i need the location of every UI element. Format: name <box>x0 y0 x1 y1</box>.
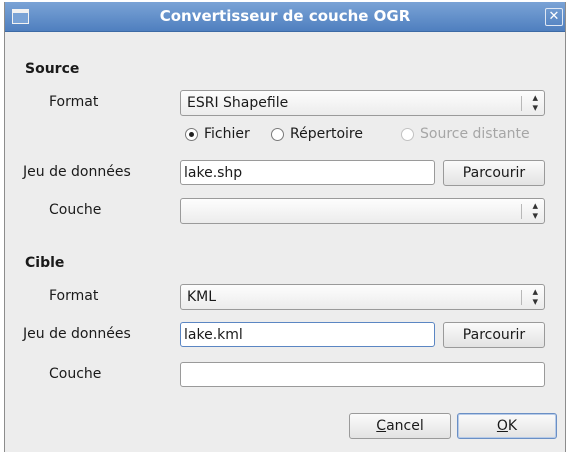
target-format-combo[interactable]: KML ▴ ▾ <box>180 284 545 310</box>
cancel-button-label: Cancel <box>376 418 424 434</box>
radio-directory[interactable]: Répertoire <box>271 126 363 142</box>
source-format-combo[interactable]: ESRI Shapefile ▴ ▾ <box>180 90 545 116</box>
source-dataset-label: Jeu de données <box>23 164 131 180</box>
target-layer-label: Couche <box>49 366 102 382</box>
source-layer-combo[interactable]: ▴ ▾ <box>180 198 545 224</box>
source-dataset-field[interactable] <box>180 160 435 185</box>
radio-file[interactable]: Fichier <box>185 126 250 142</box>
close-icon[interactable]: ✕ <box>545 8 563 26</box>
target-layer-input[interactable] <box>181 363 544 386</box>
target-layer-field[interactable] <box>180 362 545 387</box>
source-layer-label: Couche <box>49 202 102 218</box>
source-format-label: Format <box>49 94 99 110</box>
target-dataset-label: Jeu de données <box>23 326 131 342</box>
target-format-label: Format <box>49 288 99 304</box>
target-section-title: Cible <box>25 255 65 271</box>
source-format-value: ESRI Shapefile <box>187 95 289 111</box>
source-dataset-input[interactable] <box>181 161 434 184</box>
combo-separator <box>521 204 522 219</box>
combo-arrows-icon: ▴ ▾ <box>532 199 538 222</box>
converter-dialog: Convertisseur de couche OGR ✕ Source For… <box>4 2 566 452</box>
radio-file-label: Fichier <box>204 126 250 142</box>
radio-checked-icon <box>185 127 198 141</box>
title-bar[interactable]: Convertisseur de couche OGR ✕ <box>5 2 565 32</box>
target-browse-button[interactable]: Parcourir <box>443 322 545 348</box>
combo-arrows-icon: ▴ ▾ <box>532 91 538 114</box>
target-format-value: KML <box>187 289 217 305</box>
target-dataset-field[interactable] <box>180 322 435 347</box>
radio-remote-source-label: Source distante <box>420 126 530 142</box>
combo-arrows-icon: ▴ ▾ <box>532 285 538 308</box>
cancel-button[interactable]: Cancel <box>349 413 451 439</box>
radio-unchecked-icon <box>271 127 284 141</box>
ok-button[interactable]: OK <box>457 413 557 439</box>
combo-separator <box>521 96 522 111</box>
radio-remote-source: Source distante <box>401 126 530 142</box>
source-section-title: Source <box>25 61 80 77</box>
ok-button-label: OK <box>496 418 518 434</box>
combo-separator <box>521 290 522 305</box>
radio-disabled-icon <box>401 127 414 141</box>
target-dataset-input[interactable] <box>181 323 434 346</box>
radio-directory-label: Répertoire <box>290 126 363 142</box>
source-browse-button[interactable]: Parcourir <box>443 160 545 186</box>
window-title: Convertisseur de couche OGR <box>159 7 411 25</box>
